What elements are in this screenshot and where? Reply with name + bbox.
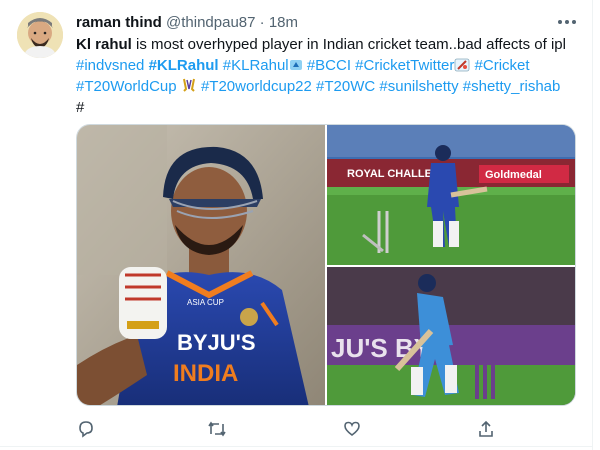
hashtag-link[interactable]: #T20worldcup22 xyxy=(201,78,312,95)
avatar-image xyxy=(17,12,63,58)
author-handle[interactable]: @thindpau87 xyxy=(166,14,255,31)
tweet-text-line-3: #T20WorldCup #T20worldcup22 #T20WC #suni… xyxy=(76,77,586,98)
more-options-button[interactable] xyxy=(553,11,581,33)
player-portrait-image: BYJU'S INDIA ASIA CUP xyxy=(77,125,325,405)
tweet-timestamp[interactable]: 18m xyxy=(269,14,298,31)
hashtag-link[interactable]: #Cricket xyxy=(475,57,530,74)
tweet-text-hash: # xyxy=(76,99,85,116)
hashtag-link[interactable]: #indvsned xyxy=(76,57,144,74)
share-button[interactable] xyxy=(474,417,498,441)
tweet-text-body: is most overhyped player in Indian crick… xyxy=(131,36,566,53)
tweet-header: raman thind @thindpau87 · 18m xyxy=(76,13,298,33)
more-dots-icon xyxy=(558,20,576,24)
hashtag-emoji-icon xyxy=(454,58,470,78)
reply-icon xyxy=(79,421,93,438)
tweet-divider xyxy=(0,446,593,447)
tweet-text: Kl rahul is most overhyped player in Ind… xyxy=(76,35,586,119)
ad-board-text: ROYAL CHALLEN xyxy=(347,168,440,180)
bowled-photo-image: ROYAL CHALLEN Goldmedal xyxy=(327,125,575,265)
header-separator: · xyxy=(259,14,265,31)
jersey-badge-text: ASIA CUP xyxy=(187,298,224,307)
hashtag-link[interactable]: #T20WC xyxy=(316,78,375,95)
hashtag-link[interactable]: #KLRahul xyxy=(223,57,289,74)
tweet-text-line-4: # xyxy=(76,98,586,119)
tweet-action-bar xyxy=(0,417,600,441)
retweet-button[interactable] xyxy=(205,417,229,441)
shot-photo-image: JU'S BY xyxy=(327,267,575,405)
media-photo-player-portrait[interactable]: BYJU'S INDIA ASIA CUP xyxy=(77,125,325,405)
tweet-text-line-1: Kl rahul is most overhyped player in Ind… xyxy=(76,35,586,56)
hashtag-emoji-icon xyxy=(289,58,303,78)
media-photo-bowled[interactable]: ROYAL CHALLEN Goldmedal xyxy=(327,125,575,265)
tweet-text-bold-name: Kl rahul xyxy=(76,36,132,53)
retweet-icon xyxy=(208,421,226,437)
jersey-country-text: INDIA xyxy=(173,360,238,387)
hashtag-link[interactable]: #sunilshetty xyxy=(379,78,458,95)
share-icon xyxy=(479,420,493,437)
hashtag-link[interactable]: #T20WorldCup xyxy=(76,78,177,95)
heart-icon xyxy=(344,421,360,436)
media-grid: BYJU'S INDIA ASIA CUP ROYAL CHALLEN Gold… xyxy=(76,124,576,406)
trophy-emoji-icon xyxy=(181,77,197,99)
hashtag-link[interactable]: #shetty_rishab xyxy=(463,78,561,95)
author-display-name[interactable]: raman thind xyxy=(76,14,162,31)
hashtag-link[interactable]: #KLRahul xyxy=(149,57,219,74)
ad-board-text: Goldmedal xyxy=(485,169,542,181)
avatar[interactable] xyxy=(17,12,63,58)
like-button[interactable] xyxy=(340,417,364,441)
tweet-text-line-2: #indvsned #KLRahul #KLRahul #BCCI #Crick… xyxy=(76,56,586,77)
hashtag-link[interactable]: #CricketTwitter xyxy=(355,57,454,74)
jersey-sponsor-text: BYJU'S xyxy=(177,330,256,355)
reply-button[interactable] xyxy=(74,417,98,441)
media-photo-shot[interactable]: JU'S BY xyxy=(327,267,575,405)
hashtag-link[interactable]: #BCCI xyxy=(307,57,351,74)
column-divider xyxy=(592,0,593,450)
